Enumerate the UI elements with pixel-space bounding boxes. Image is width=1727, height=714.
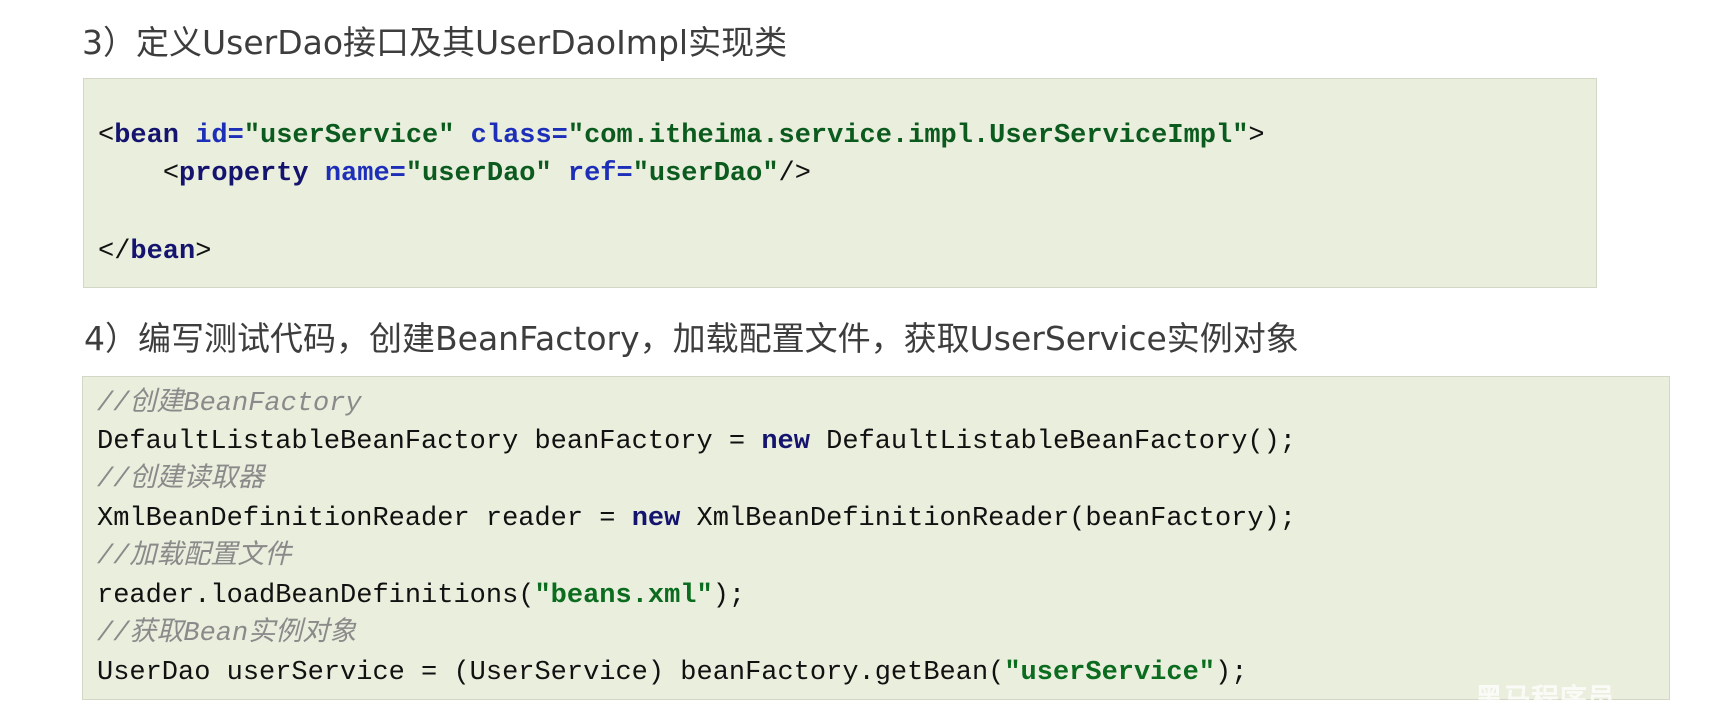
xml-tag-bean: bean (130, 237, 196, 267)
xml-bracket: > (1248, 121, 1265, 151)
code-line-beanfactory: DefaultListableBeanFactory beanFactory =… (97, 429, 1296, 456)
xml-bracket: > (195, 237, 212, 267)
xml-attr-name: name= (324, 159, 406, 189)
xml-bracket: < (98, 121, 115, 151)
code-text: DefaultListableBeanFactory beanFactory = (97, 427, 762, 457)
code-line-getbean: UserDao userService = (UserService) bean… (97, 660, 1247, 687)
code-text: UserDao userService = (UserService) bean… (97, 658, 1005, 688)
xml-attr-ref: ref= (567, 159, 633, 189)
section-3-heading: 3）定义UserDao接口及其UserDaoImpl实现类 (82, 23, 788, 62)
xml-tag-bean: bean (114, 121, 180, 151)
java-code-block: //创建BeanFactory DefaultListableBeanFacto… (82, 376, 1670, 700)
code-text: ); (712, 581, 746, 611)
comment-get-bean: //获取Bean实例对象 (97, 619, 357, 649)
xml-property-line: <property name="userDao" ref="userDao"/> (98, 161, 811, 188)
watermark: 黑马程序员 (1475, 682, 1616, 714)
comment-load-config: //加载配置文件 (97, 542, 292, 572)
string-literal: "beans.xml" (534, 581, 713, 611)
xml-bracket: < (162, 159, 180, 189)
xml-value-name: "userDao" (405, 159, 552, 189)
xml-bean-open-line: <bean id="userService" class="com.itheim… (98, 123, 1265, 150)
xml-attr-class: class= (470, 121, 568, 151)
code-line-reader: XmlBeanDefinitionReader reader = new Xml… (97, 506, 1296, 533)
xml-attr-id: id= (195, 121, 244, 151)
keyword-new: new (631, 504, 681, 534)
comment-create-reader: //创建读取器 (97, 465, 265, 495)
xml-bracket: /> (778, 159, 811, 189)
section-4-heading: 4）编写测试代码，创建BeanFactory，加载配置文件，获取UserServ… (84, 319, 1299, 358)
xml-code-block: <bean id="userService" class="com.itheim… (83, 78, 1597, 288)
code-text: ); (1215, 658, 1248, 688)
code-text: XmlBeanDefinitionReader(beanFactory); (680, 504, 1296, 534)
keyword-new: new (761, 427, 810, 457)
code-text: XmlBeanDefinitionReader reader = (97, 504, 632, 534)
string-literal: "userService" (1004, 658, 1215, 688)
code-text: DefaultListableBeanFactory(); (809, 427, 1297, 457)
xml-tag-property: property (179, 159, 309, 189)
code-text: reader.loadBeanDefinitions( (97, 581, 535, 611)
xml-bracket: </ (98, 237, 131, 267)
xml-bean-close-line: </bean> (98, 239, 211, 266)
code-line-load: reader.loadBeanDefinitions("beans.xml"); (97, 583, 745, 610)
xml-value-class: "com.itheima.service.impl.UserServiceImp… (567, 121, 1249, 151)
xml-value-ref: "userDao" (632, 159, 779, 189)
comment-create-beanfactory: //创建BeanFactory (97, 389, 362, 419)
xml-value-id: "userService" (243, 121, 455, 151)
